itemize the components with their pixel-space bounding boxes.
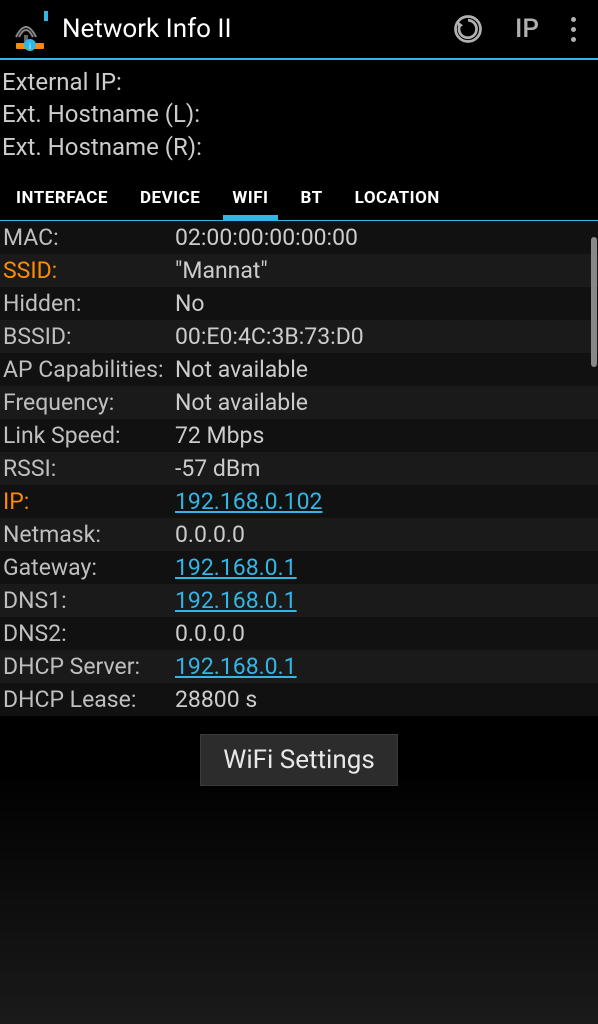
external-ip-label: External IP: [2, 66, 592, 98]
kebab-dot-icon [571, 27, 576, 32]
table-row: RSSI:-57 dBm [0, 452, 598, 485]
wifi-settings-button[interactable]: WiFi Settings [200, 734, 397, 786]
scrollbar-thumb[interactable] [591, 237, 597, 367]
row-value: 0.0.0.0 [175, 617, 598, 650]
row-value: "Mannat" [175, 254, 598, 287]
table-row: BSSID:00:E0:4C:3B:73:D0 [0, 320, 598, 353]
row-label: DHCP Server: [0, 650, 175, 683]
table-row: MAC:02:00:00:00:00:00 [0, 221, 598, 254]
header-actions: IP [453, 14, 576, 44]
row-label: DNS1: [0, 584, 175, 617]
row-label: SSID: [0, 254, 175, 287]
row-label: DNS2: [0, 617, 175, 650]
row-value: Not available [175, 386, 598, 419]
row-label: RSSI: [0, 452, 175, 485]
row-value: 28800 s [175, 683, 598, 716]
tab-bt[interactable]: BT [285, 175, 339, 220]
row-label: Link Speed: [0, 419, 175, 452]
row-value: -57 dBm [175, 452, 598, 485]
row-label: Hidden: [0, 287, 175, 320]
table-row: DHCP Server:192.168.0.1 [0, 650, 598, 683]
row-value: 00:E0:4C:3B:73:D0 [175, 320, 598, 353]
table-row: DNS2:0.0.0.0 [0, 617, 598, 650]
row-value: No [175, 287, 598, 320]
row-label: BSSID: [0, 320, 175, 353]
table-row: SSID:"Mannat" [0, 254, 598, 287]
tab-device[interactable]: DEVICE [124, 175, 216, 220]
row-label: Netmask: [0, 518, 175, 551]
tab-bar: INTERFACE DEVICE WIFI BT LOCATION [0, 175, 598, 221]
row-label: Gateway: [0, 551, 175, 584]
ip-link[interactable]: 192.168.0.102 [175, 488, 322, 515]
ext-hostname-l-label: Ext. Hostname (L): [2, 98, 592, 130]
ip-link[interactable]: 192.168.0.1 [175, 554, 297, 581]
table-row: DNS1:192.168.0.1 [0, 584, 598, 617]
tab-location[interactable]: LOCATION [339, 175, 456, 220]
app-title: Network Info II [62, 14, 453, 44]
table-row: Hidden:No [0, 287, 598, 320]
row-label: DHCP Lease: [0, 683, 175, 716]
ip-link[interactable]: 192.168.0.1 [175, 653, 297, 680]
refresh-button[interactable] [453, 14, 483, 44]
ext-hostname-r-label: Ext. Hostname (R): [2, 131, 592, 163]
table-row: AP Capabilities:Not available [0, 353, 598, 386]
app-icon: i [8, 7, 52, 51]
tab-wifi[interactable]: WIFI [216, 175, 284, 220]
row-value: 72 Mbps [175, 419, 598, 452]
tab-interface[interactable]: INTERFACE [0, 175, 124, 220]
row-label: AP Capabilities: [0, 353, 175, 386]
row-value: 02:00:00:00:00:00 [175, 221, 598, 254]
row-value: 192.168.0.102 [175, 485, 598, 518]
row-label: MAC: [0, 221, 175, 254]
row-value: 192.168.0.1 [175, 650, 598, 683]
overflow-menu-button[interactable] [571, 17, 576, 42]
table-row: Gateway:192.168.0.1 [0, 551, 598, 584]
table-row: DHCP Lease:28800 s [0, 683, 598, 716]
ip-button[interactable]: IP [515, 14, 539, 44]
table-row: Frequency:Not available [0, 386, 598, 419]
row-value: 192.168.0.1 [175, 584, 598, 617]
wifi-details-table: MAC:02:00:00:00:00:00SSID:"Mannat"Hidden… [0, 221, 598, 716]
external-info-section: External IP: Ext. Hostname (L): Ext. Hos… [0, 60, 598, 169]
wifi-settings-wrap: WiFi Settings [0, 734, 598, 786]
row-label: Frequency: [0, 386, 175, 419]
table-row: IP:192.168.0.102 [0, 485, 598, 518]
app-header: i Network Info II IP [0, 0, 598, 58]
row-label: IP: [0, 485, 175, 518]
svg-text:i: i [29, 42, 31, 51]
kebab-dot-icon [571, 17, 576, 22]
ip-link[interactable]: 192.168.0.1 [175, 587, 297, 614]
row-value: 192.168.0.1 [175, 551, 598, 584]
table-row: Link Speed:72 Mbps [0, 419, 598, 452]
table-row: Netmask:0.0.0.0 [0, 518, 598, 551]
refresh-icon [453, 14, 483, 44]
row-value: Not available [175, 353, 598, 386]
row-value: 0.0.0.0 [175, 518, 598, 551]
kebab-dot-icon [571, 37, 576, 42]
